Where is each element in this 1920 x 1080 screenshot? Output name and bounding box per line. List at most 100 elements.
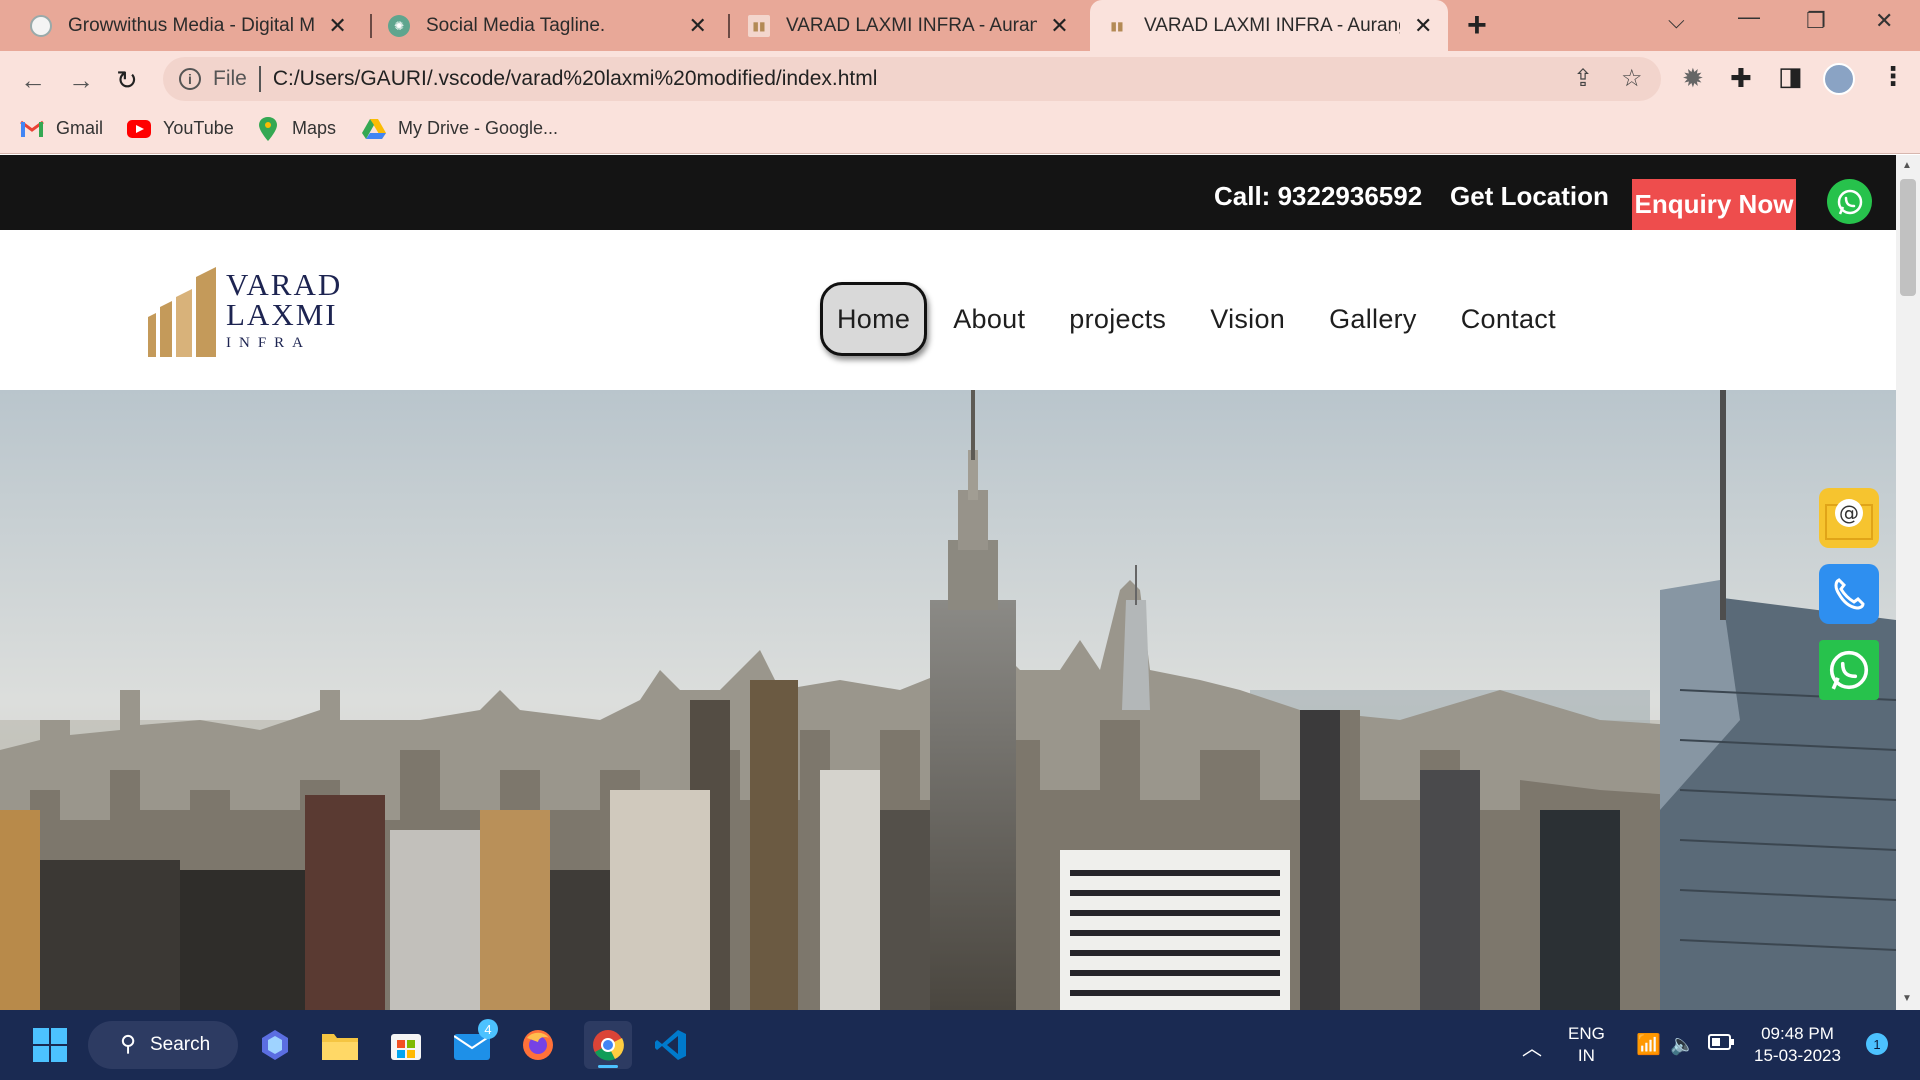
forward-arrow-icon[interactable]: → bbox=[68, 65, 94, 96]
show-hidden-icons-chevron-icon[interactable]: ︿ bbox=[1522, 1032, 1542, 1061]
clock-time: 09:48 PM bbox=[1761, 1024, 1834, 1043]
search-icon: ⚲ bbox=[120, 1031, 137, 1056]
maps-pin-icon bbox=[256, 116, 280, 141]
share-icon[interactable]: ⇪ bbox=[1573, 64, 1593, 93]
bug-extension-icon[interactable]: ✹ bbox=[1682, 63, 1704, 94]
search-label: Search bbox=[150, 1034, 211, 1055]
page-scrollbar[interactable]: ▲ ▼ bbox=[1896, 155, 1920, 1010]
vscode-icon[interactable] bbox=[651, 1025, 691, 1065]
logo-buildings-icon bbox=[148, 267, 216, 357]
back-arrow-icon[interactable]: ← bbox=[20, 65, 46, 96]
tab-varad-laxmi-1[interactable]: ▮▮ VARAD LAXMI INFRA - Aurangabad ✕ bbox=[732, 0, 1084, 51]
profile-avatar[interactable] bbox=[1823, 63, 1855, 95]
nav-about[interactable]: About bbox=[931, 283, 1047, 355]
tab-varad-laxmi-active[interactable]: ▮▮ VARAD LAXMI INFRA - Aurangabad ✕ bbox=[1090, 0, 1448, 51]
bookmark-star-icon[interactable]: ☆ bbox=[1621, 64, 1643, 93]
address-bar[interactable]: i File C:/Users/GAURI/.vscode/varad%20la… bbox=[163, 57, 1661, 101]
enquiry-now-button[interactable]: Enquiry Now bbox=[1632, 179, 1796, 230]
varad-favicon: ▮▮ bbox=[748, 14, 770, 37]
bookmark-my-drive[interactable]: My Drive - Google... bbox=[362, 118, 558, 139]
nav-home[interactable]: Home bbox=[820, 282, 928, 356]
address-text[interactable]: C:/Users/GAURI/.vscode/varad%20laxmi%20m… bbox=[273, 67, 878, 91]
copilot-icon[interactable] bbox=[255, 1025, 295, 1065]
varad-favicon: ▮▮ bbox=[1106, 14, 1128, 37]
restore-button[interactable]: ❐ bbox=[1806, 8, 1826, 34]
windows-start-icon[interactable] bbox=[30, 1025, 70, 1065]
tab-label: Social Media Tagline. bbox=[426, 14, 606, 36]
clock[interactable]: 09:48 PM 15-03-2023 bbox=[1754, 1023, 1841, 1067]
growwithus-favicon bbox=[30, 14, 52, 37]
tab-label: VARAD LAXMI INFRA - Aurangabad bbox=[786, 14, 1037, 36]
language-code: ENG bbox=[1568, 1024, 1605, 1043]
taskbar-search[interactable]: ⚲ Search bbox=[88, 1021, 238, 1069]
language-indicator[interactable]: ENG IN bbox=[1568, 1023, 1605, 1067]
chatgpt-favicon: ✺ bbox=[388, 14, 410, 37]
extensions-puzzle-icon[interactable]: ✚ bbox=[1730, 63, 1752, 94]
get-location-link[interactable]: Get Location bbox=[1450, 181, 1609, 212]
menu-kebab-icon[interactable]: ⋮ bbox=[1880, 61, 1906, 92]
bookmark-gmail[interactable]: Gmail bbox=[20, 118, 103, 139]
bookmark-label: YouTube bbox=[163, 118, 234, 138]
tab-separator bbox=[728, 14, 730, 38]
mail-badge: 4 bbox=[478, 1019, 498, 1039]
info-icon[interactable]: i bbox=[179, 68, 201, 90]
scroll-up-arrow-icon[interactable]: ▲ bbox=[1902, 160, 1912, 171]
browser-tab-strip: Growwithus Media - Digital Marketing ✕ ✺… bbox=[0, 0, 1920, 51]
new-tab-button[interactable]: + bbox=[1467, 6, 1487, 45]
tab-social-media-tagline[interactable]: ✺ Social Media Tagline. ✕ bbox=[372, 0, 722, 51]
tab-label: Growwithus Media - Digital Marketing bbox=[68, 14, 316, 36]
nav-contact[interactable]: Contact bbox=[1439, 283, 1578, 355]
svg-text:@: @ bbox=[1839, 501, 1859, 525]
varad-laxmi-logo[interactable]: VARAD LAXMI INFRA bbox=[148, 267, 340, 357]
language-region: IN bbox=[1577, 1046, 1595, 1065]
whatsapp-contact-icon[interactable] bbox=[1819, 640, 1879, 700]
browser-toolbar: ← → ↻ i File C:/Users/GAURI/.vscode/vara… bbox=[0, 51, 1920, 108]
bookmark-youtube[interactable]: YouTube bbox=[127, 118, 234, 139]
mail-icon[interactable]: 4 bbox=[452, 1019, 498, 1065]
side-panel-icon[interactable]: ◨ bbox=[1778, 61, 1803, 92]
firefox-icon[interactable] bbox=[518, 1025, 558, 1065]
reload-icon[interactable]: ↻ bbox=[116, 65, 138, 96]
nav-projects[interactable]: projects bbox=[1047, 283, 1188, 355]
windows-taskbar: ⚲ Search 4 ︿ ENG IN 📶 🔈 09:48 PM 15-03-2… bbox=[0, 1010, 1920, 1080]
bookmark-label: Maps bbox=[292, 118, 337, 138]
close-icon[interactable]: ✕ bbox=[1412, 13, 1434, 39]
bookmark-label: My Drive - Google... bbox=[398, 118, 559, 138]
address-scheme: File bbox=[213, 67, 247, 90]
bookmark-maps[interactable]: Maps bbox=[256, 116, 337, 141]
main-nav: Home About projects Vision Gallery Conta… bbox=[820, 282, 1578, 356]
close-icon[interactable]: ✕ bbox=[687, 13, 708, 39]
volume-icon[interactable]: 🔈 bbox=[1670, 1032, 1695, 1057]
close-icon[interactable]: ✕ bbox=[327, 13, 348, 39]
call-link[interactable]: Call: 9322936592 bbox=[1214, 181, 1422, 212]
scroll-down-arrow-icon[interactable]: ▼ bbox=[1902, 993, 1912, 1004]
close-icon[interactable]: ✕ bbox=[1049, 13, 1070, 39]
battery-icon[interactable] bbox=[1708, 1034, 1734, 1055]
nav-vision[interactable]: Vision bbox=[1188, 283, 1307, 355]
scrollbar-thumb[interactable] bbox=[1900, 179, 1916, 296]
tab-search-chevron-icon[interactable]: ⌵ bbox=[1668, 8, 1685, 34]
website-viewport: Call: 9322936592 Get Location Enquiry No… bbox=[0, 155, 1896, 1010]
bookmark-label: Gmail bbox=[56, 118, 104, 138]
minimize-button[interactable]: — bbox=[1738, 4, 1760, 30]
youtube-icon bbox=[127, 119, 151, 139]
file-explorer-icon[interactable] bbox=[320, 1025, 360, 1065]
bookmarks-bar: Gmail YouTube Maps My Drive - Google... bbox=[0, 108, 1920, 154]
microsoft-store-icon[interactable] bbox=[386, 1025, 426, 1065]
city-skyline-illustration bbox=[0, 390, 1896, 1010]
site-header: VARAD LAXMI INFRA Home About projects Vi… bbox=[0, 230, 1896, 390]
address-divider bbox=[258, 66, 261, 92]
email-contact-icon[interactable]: @ bbox=[1819, 488, 1879, 548]
whatsapp-icon[interactable] bbox=[1827, 179, 1872, 224]
google-drive-icon bbox=[362, 118, 386, 139]
wifi-icon[interactable]: 📶 bbox=[1636, 1032, 1661, 1057]
nav-gallery[interactable]: Gallery bbox=[1307, 283, 1439, 355]
tab-growwithus[interactable]: Growwithus Media - Digital Marketing ✕ bbox=[0, 0, 362, 51]
logo-text-laxmi: LAXMI bbox=[226, 297, 338, 332]
chrome-taskbar-icon[interactable] bbox=[584, 1021, 632, 1069]
hero-cityscape-image bbox=[0, 390, 1896, 1010]
phone-contact-icon[interactable] bbox=[1819, 564, 1879, 624]
clock-date: 15-03-2023 bbox=[1754, 1046, 1841, 1065]
notification-badge[interactable]: 1 bbox=[1866, 1033, 1888, 1055]
close-window-button[interactable]: ✕ bbox=[1875, 8, 1893, 34]
